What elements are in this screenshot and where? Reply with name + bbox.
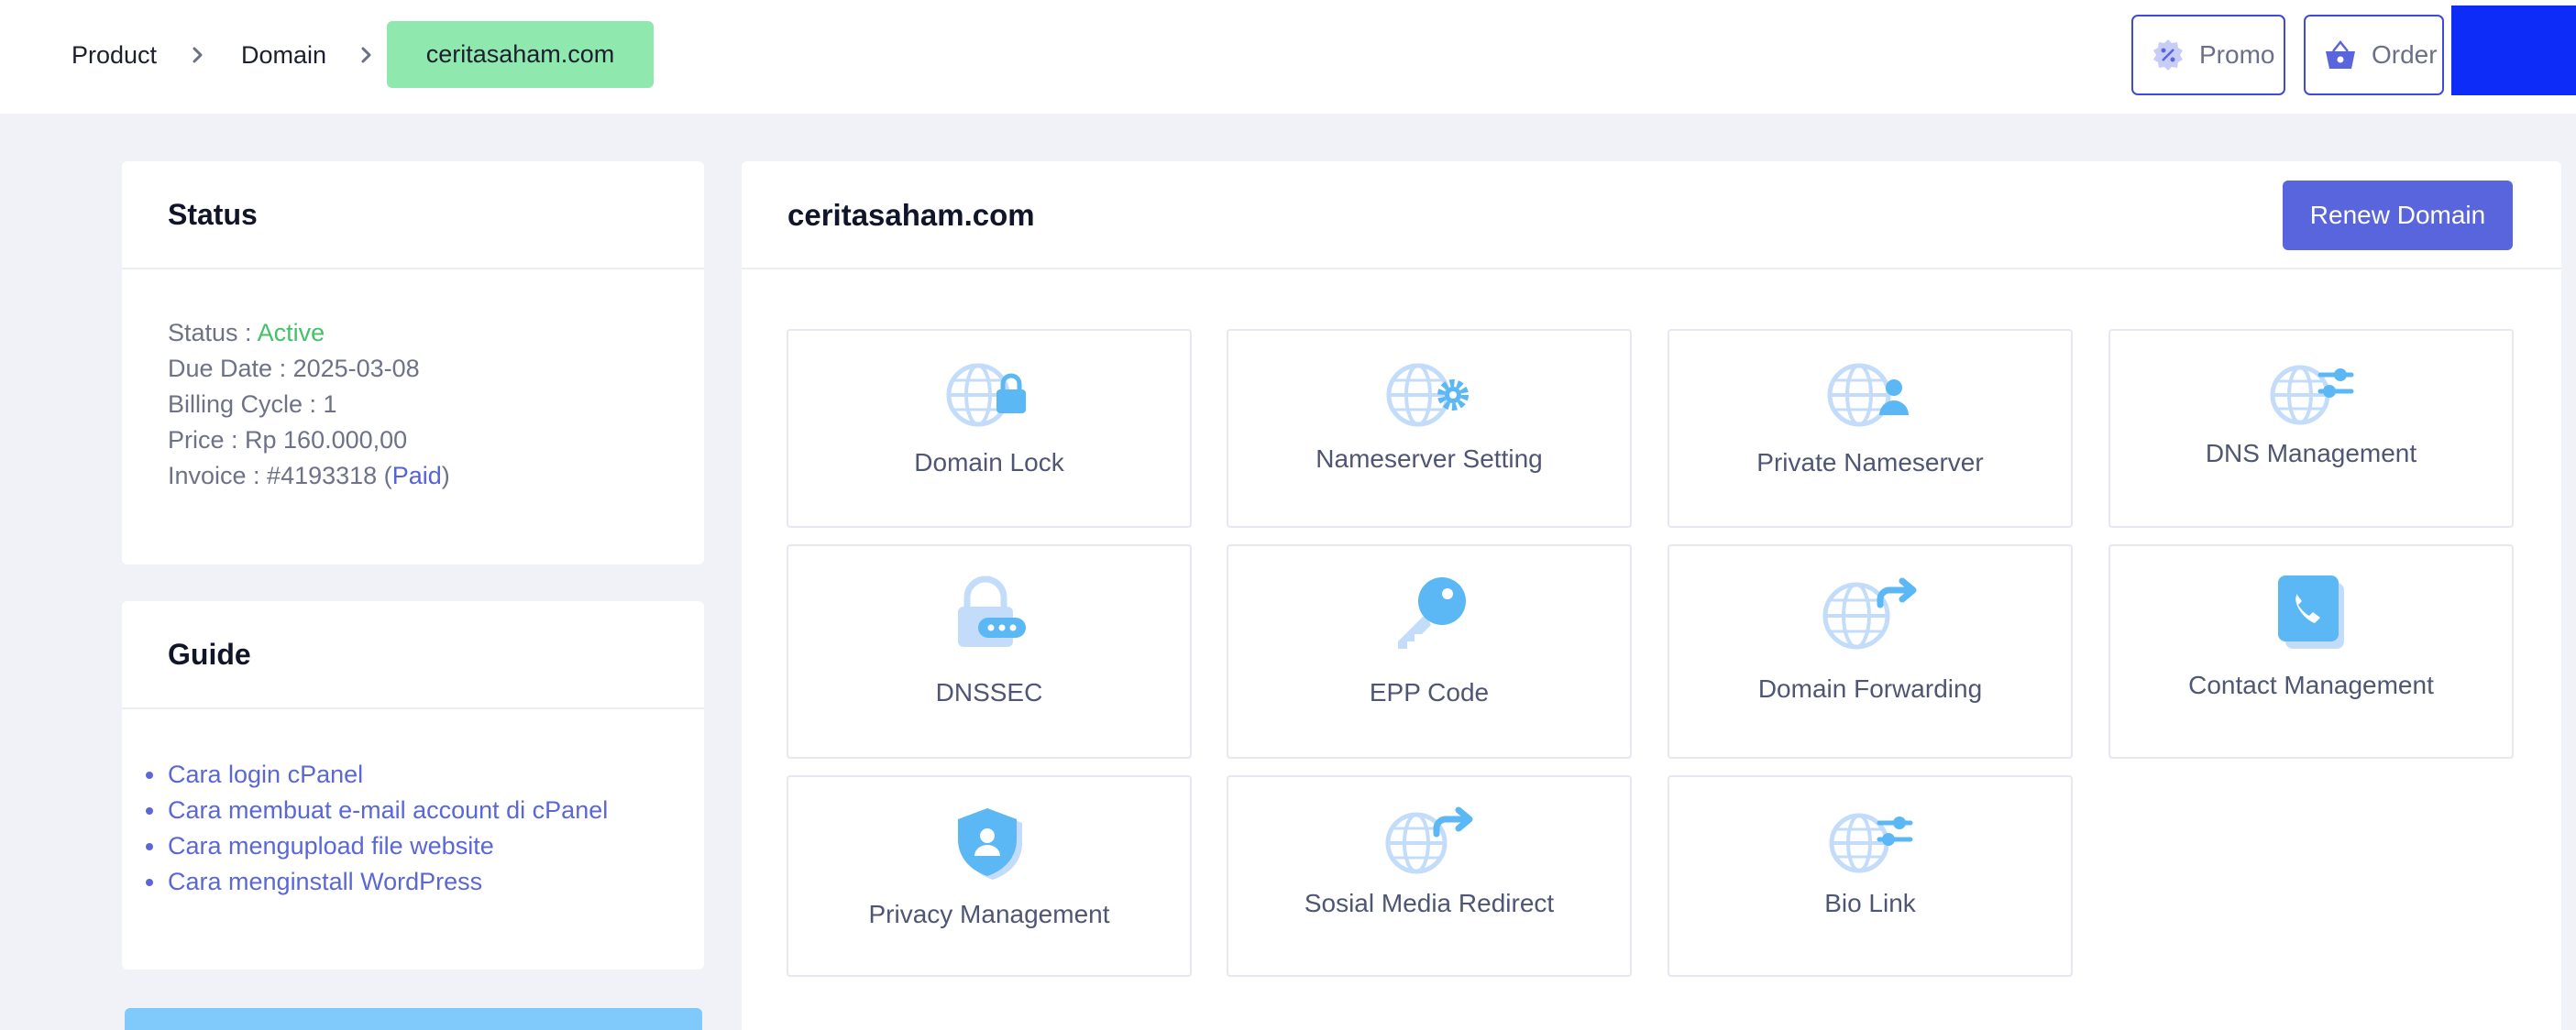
status-card: Status Status : Active Due Date : 2025-0… — [122, 161, 704, 564]
promo-button[interactable]: Promo — [2131, 15, 2285, 95]
price: Price : Rp 160.000,00 — [168, 426, 408, 454]
account-menu-block[interactable] — [2451, 5, 2576, 95]
tile-label: Sosial Media Redirect — [1304, 889, 1555, 917]
tile-domain-lock[interactable]: Domain Lock — [787, 329, 1192, 528]
tile-epp-code[interactable]: EPP Code — [1227, 544, 1632, 759]
billing-cycle: Billing Cycle : 1 — [168, 390, 337, 418]
key-icon — [1398, 577, 1466, 649]
tile-label: DNSSEC — [935, 678, 1043, 707]
tile-label: EPP Code — [1369, 678, 1490, 707]
domain-title: ceritasaham.com — [787, 198, 1035, 232]
guide-link[interactable]: Cara mengupload file website — [146, 828, 704, 864]
chevron-right-icon — [361, 47, 371, 63]
globe-user-icon — [1827, 363, 1909, 427]
tile-label: Bio Link — [1824, 889, 1916, 917]
globe-forward-icon — [1385, 806, 1473, 874]
guide-link[interactable]: Cara membuat e-mail account di cPanel — [146, 793, 704, 828]
tile-nameserver-setting[interactable]: Nameserver Setting — [1227, 329, 1632, 528]
globe-sliders-icon — [2270, 365, 2354, 425]
renew-domain-button[interactable]: Renew Domain — [2283, 181, 2513, 250]
guide-link[interactable]: Cara login cPanel — [146, 757, 704, 793]
invoice-suffix: ) — [441, 462, 450, 489]
promo-badge-icon — [2153, 39, 2183, 71]
tile-dnssec[interactable]: DNSSEC — [787, 544, 1192, 759]
invoice-status-link[interactable]: Paid — [392, 462, 442, 489]
breadcrumb-domain[interactable]: Domain — [241, 0, 326, 110]
bottom-card-edge — [125, 1008, 702, 1030]
top-bar: Product Domain ceritasaham.com Promo Ord… — [0, 0, 2576, 114]
padlock-icon — [958, 575, 1026, 647]
tile-privacy-management[interactable]: Privacy Management — [787, 775, 1192, 977]
tile-bio-link[interactable]: Bio Link — [1668, 775, 2073, 977]
guide-card-title: Guide — [122, 601, 704, 709]
status-label: Status : — [168, 319, 258, 346]
invoice-line: Invoice : #4193318 (Paid) — [168, 458, 704, 494]
shield-user-icon — [958, 808, 1022, 880]
tile-private-nameserver[interactable]: Private Nameserver — [1668, 329, 2073, 528]
status-details: Status : Active Due Date : 2025-03-08 Bi… — [122, 269, 704, 494]
tile-label: Nameserver Setting — [1316, 444, 1543, 473]
domain-panel: ceritasaham.com Renew Domain Domain Lock… — [742, 161, 2561, 1030]
guide-card: Guide Cara login cPanel Cara membuat e-m… — [122, 601, 704, 970]
status-value: Active — [257, 319, 325, 346]
chevron-right-icon — [193, 47, 203, 63]
status-card-title: Status — [122, 161, 704, 269]
guide-list: Cara login cPanel Cara membuat e-mail ac… — [122, 709, 704, 900]
panel-divider — [742, 268, 2561, 269]
order-label: Order — [2372, 40, 2438, 69]
globe-lock-icon — [946, 363, 1026, 427]
tile-dns-management[interactable]: DNS Management — [2108, 329, 2514, 528]
globe-sliders-icon — [1829, 813, 1913, 873]
tile-sosial-media-redirect[interactable]: Sosial Media Redirect — [1227, 775, 1632, 977]
tile-contact-management[interactable]: Contact Management — [2108, 544, 2514, 759]
order-button[interactable]: Order — [2304, 15, 2444, 95]
invoice-number: Invoice : #4193318 ( — [168, 462, 392, 489]
tile-domain-forwarding[interactable]: Domain Forwarding — [1668, 544, 2073, 759]
due-date: Due Date : 2025-03-08 — [168, 355, 420, 382]
tile-label: Domain Lock — [914, 448, 1064, 477]
tile-label: Contact Management — [2188, 671, 2434, 699]
promo-label: Promo — [2199, 40, 2275, 69]
tile-label: Private Nameserver — [1756, 448, 1984, 477]
status-line: Status : Active — [168, 315, 704, 351]
basket-icon — [2326, 39, 2355, 69]
breadcrumb-product[interactable]: Product — [72, 0, 157, 110]
globe-forward-icon — [1822, 577, 1917, 650]
tile-label: Privacy Management — [868, 900, 1110, 928]
tile-label: DNS Management — [2205, 439, 2417, 467]
globe-gear-icon — [1386, 363, 1469, 427]
phone-book-icon — [2278, 575, 2344, 649]
tile-label: Domain Forwarding — [1757, 674, 1983, 703]
guide-link[interactable]: Cara menginstall WordPress — [146, 864, 704, 900]
breadcrumb-current-domain: ceritasaham.com — [387, 21, 654, 88]
